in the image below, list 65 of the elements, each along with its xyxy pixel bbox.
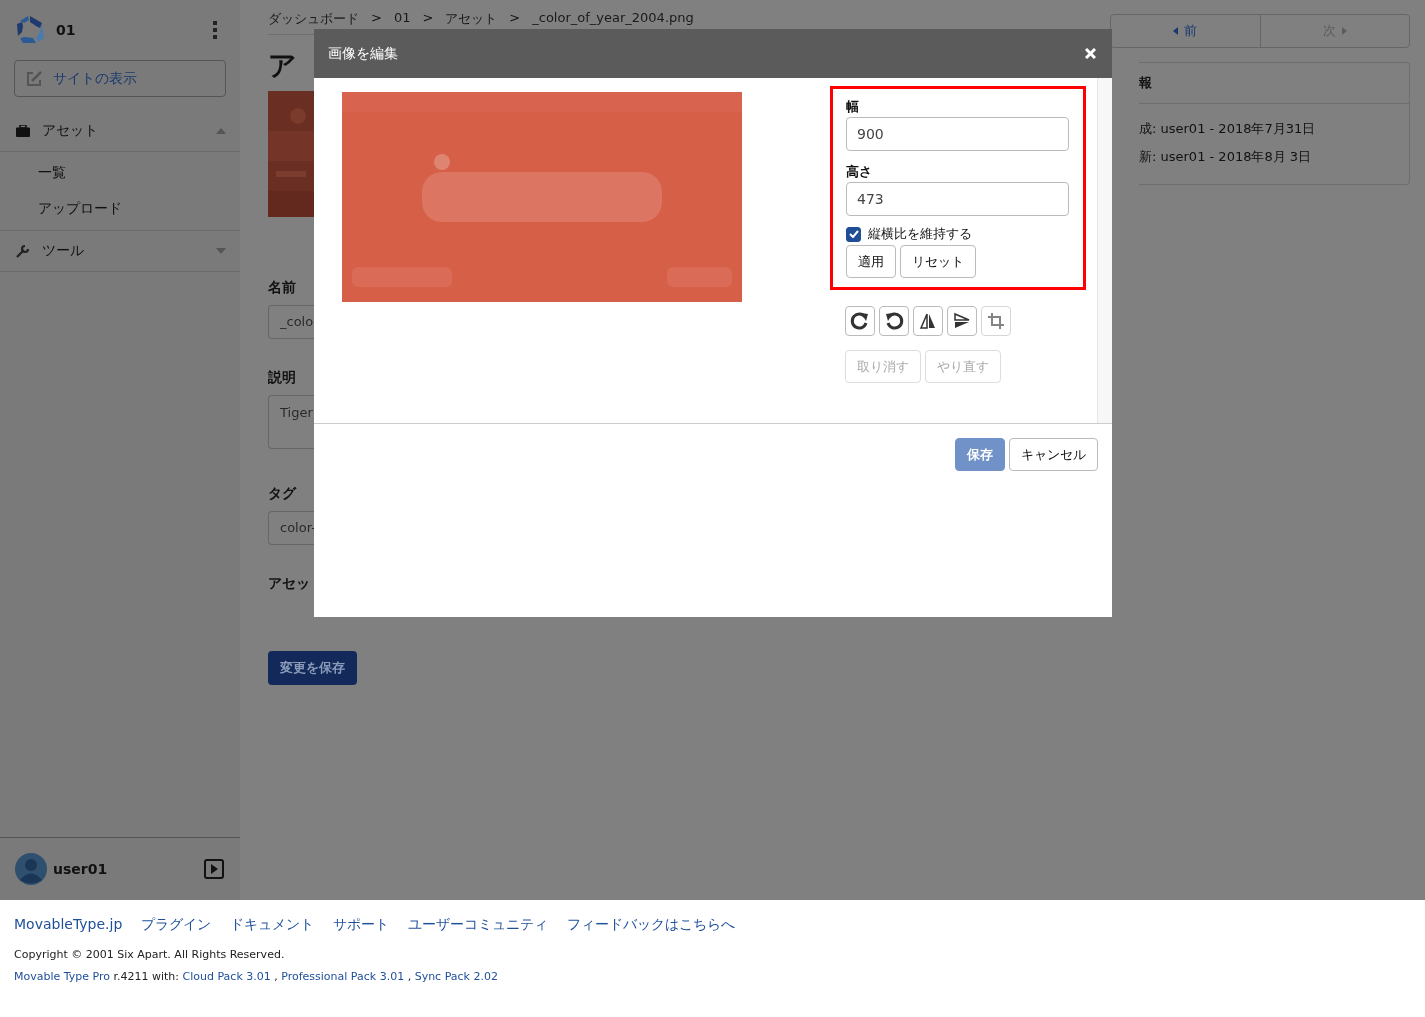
field-label: タグ: [268, 485, 298, 503]
tool-button[interactable]: [845, 306, 875, 336]
footer-link[interactable]: MovableType.jp: [14, 916, 123, 934]
checkbox[interactable]: [846, 226, 861, 242]
info-line: 新: user01 - 2018年8月 3日: [1139, 148, 1313, 166]
flip-horizontal-icon: [918, 311, 938, 331]
field-label: 説明: [268, 369, 297, 387]
field-label: 高さ: [846, 163, 873, 180]
menu-item[interactable]: ツール: [0, 231, 240, 272]
scrollbar[interactable]: [1097, 78, 1112, 423]
tool-button[interactable]: [947, 306, 977, 336]
reset-button[interactable]: リセット: [900, 245, 976, 278]
version-link[interactable]: Movable Type Pro: [14, 970, 110, 983]
footer-link[interactable]: サポート: [333, 916, 390, 934]
version-link[interactable]: Professional Pack 3.01: [281, 970, 405, 983]
copyright-text: Copyright © 2001 Six Apart. All Rights Reserved.: [14, 948, 286, 961]
tool-button[interactable]: [913, 306, 943, 336]
field-label: 幅: [846, 98, 860, 115]
caret-left-icon: [1173, 27, 1179, 35]
menu-item[interactable]: アセット: [0, 111, 240, 152]
wrench-icon: [16, 244, 30, 258]
footer-link[interactable]: ドキュメント: [230, 916, 315, 934]
field-label: アセッ: [268, 575, 311, 593]
close-button[interactable]: [1085, 48, 1096, 59]
info-line: 成: user01 - 2018年7月31日: [1139, 120, 1317, 138]
external-edit-icon: [25, 69, 43, 88]
cancel-button[interactable]: キャンセル: [1009, 438, 1098, 471]
footer-link[interactable]: ユーザーコミュニティ: [408, 916, 549, 934]
dialog-title: 画像を編集: [328, 44, 399, 63]
kebab-menu-icon: [212, 21, 218, 39]
checkbox-label: 縦横比を維持する: [868, 225, 972, 243]
logo-icon: [14, 14, 46, 46]
flip-vertical-icon: [952, 311, 972, 331]
breadcrumb-separator: >: [422, 10, 434, 27]
breadcrumb-current: _color_of_year_2004.png: [532, 10, 694, 27]
menu-item[interactable]: 一覧: [0, 154, 240, 190]
tool-button[interactable]: [879, 306, 909, 336]
footer-link[interactable]: プラグイン: [141, 916, 212, 934]
view-site-button[interactable]: サイトの表示: [14, 60, 226, 97]
height-field[interactable]: 473: [846, 182, 1069, 216]
rotate-left-icon: [884, 311, 904, 331]
panel-title: 報: [1139, 63, 1409, 104]
menu-item[interactable]: アップロード: [0, 190, 240, 226]
footer-link[interactable]: フィードバックはこちらへ: [567, 916, 736, 934]
avatar-icon: [15, 853, 47, 885]
caret-right-icon: [1341, 27, 1347, 35]
briefcase-icon: [16, 125, 30, 137]
play-icon: [204, 859, 224, 879]
version-link[interactable]: Sync Pack 2.02: [414, 970, 498, 983]
version-link[interactable]: Cloud Pack 3.01: [182, 970, 271, 983]
rotate-right-icon: [850, 311, 870, 331]
apply-button[interactable]: 適用: [846, 245, 896, 278]
version-text: Movable Type Pro r.4211 with: Cloud Pack 3.01 , Professional Pack 3.01 , Sync Pack 2.02: [14, 970, 499, 983]
width-field[interactable]: 900: [846, 117, 1069, 151]
previous-button[interactable]: 前: [1111, 15, 1260, 47]
check-icon: [848, 230, 859, 238]
site-name: 01: [56, 22, 77, 38]
crop-icon: [986, 311, 1006, 331]
close-icon: [1085, 48, 1096, 59]
user-name: user01: [53, 861, 109, 877]
breadcrumb-separator: >: [509, 10, 521, 27]
page-title: ア: [268, 49, 297, 83]
field-label: 名前: [268, 279, 297, 297]
breadcrumb-separator: >: [371, 10, 382, 27]
save-button[interactable]: 変更を保存: [268, 651, 357, 685]
